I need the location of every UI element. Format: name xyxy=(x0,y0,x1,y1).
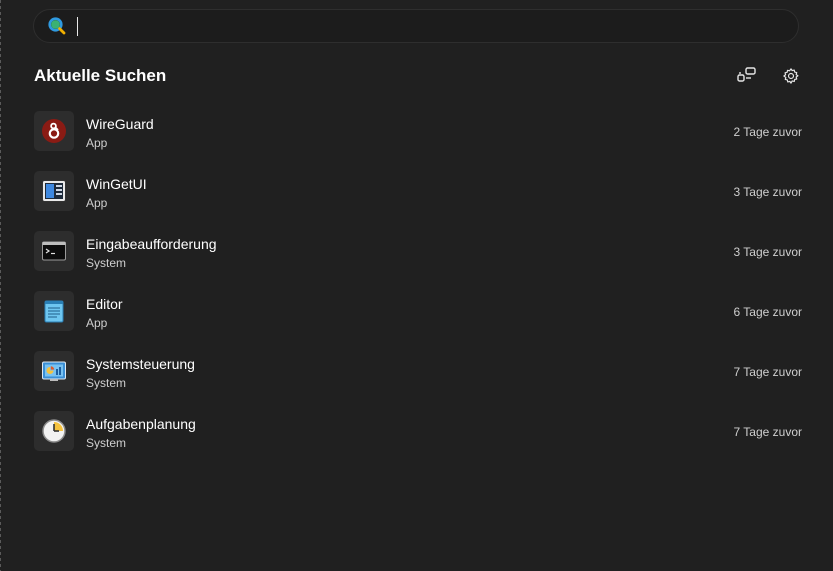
window-edge xyxy=(0,0,1,571)
list-item-wireguard[interactable]: WireGuard App 2 Tage zuvor xyxy=(34,103,802,163)
item-title: Editor xyxy=(86,296,123,312)
item-timestamp: 7 Tage zuvor xyxy=(733,425,803,439)
text-cursor xyxy=(77,17,78,36)
list-item-editor[interactable]: Editor App 6 Tage zuvor xyxy=(34,283,802,343)
item-timestamp: 3 Tage zuvor xyxy=(733,245,803,259)
item-timestamp: 3 Tage zuvor xyxy=(733,185,803,199)
item-subtitle: System xyxy=(86,436,127,450)
item-subtitle: System xyxy=(86,376,127,390)
item-title: Aufgabenplanung xyxy=(86,416,196,432)
command-prompt-icon xyxy=(34,231,74,271)
list-item-aufgabenplanung[interactable]: Aufgabenplanung System 7 Tage zuvor xyxy=(34,403,802,463)
item-subtitle: App xyxy=(86,136,108,150)
search-icon xyxy=(48,17,66,35)
item-title: Eingabeaufforderung xyxy=(86,236,217,252)
task-scheduler-icon xyxy=(34,411,74,451)
list-item-wingetui[interactable]: WinGetUI App 3 Tage zuvor xyxy=(34,163,802,223)
search-box[interactable] xyxy=(33,9,799,44)
section-title: Aktuelle Suchen xyxy=(34,66,167,85)
item-title: WireGuard xyxy=(86,116,154,132)
app-list-icon xyxy=(737,66,757,90)
item-title: WinGetUI xyxy=(86,176,147,192)
list-item-eingabeaufforderung[interactable]: Eingabeaufforderung System 3 Tage zuvor xyxy=(34,223,802,283)
item-timestamp: 2 Tage zuvor xyxy=(733,125,803,139)
recent-searches-list: WireGuard App 2 Tage zuvor WinGetUI App … xyxy=(34,103,802,463)
gear-icon xyxy=(782,67,800,90)
item-subtitle: App xyxy=(86,316,108,330)
item-subtitle: System xyxy=(86,256,127,270)
list-item-systemsteuerung[interactable]: Systemsteuerung System 7 Tage zuvor xyxy=(34,343,802,403)
settings-button[interactable] xyxy=(779,66,803,90)
wireguard-icon xyxy=(34,111,74,151)
wingetui-icon xyxy=(34,171,74,211)
search-input[interactable] xyxy=(82,10,776,44)
notepad-icon xyxy=(34,291,74,331)
control-panel-icon xyxy=(34,351,74,391)
item-timestamp: 6 Tage zuvor xyxy=(733,305,803,319)
item-subtitle: App xyxy=(86,196,108,210)
item-title: Systemsteuerung xyxy=(86,356,195,372)
item-timestamp: 7 Tage zuvor xyxy=(733,365,803,379)
app-list-button[interactable] xyxy=(735,66,759,90)
